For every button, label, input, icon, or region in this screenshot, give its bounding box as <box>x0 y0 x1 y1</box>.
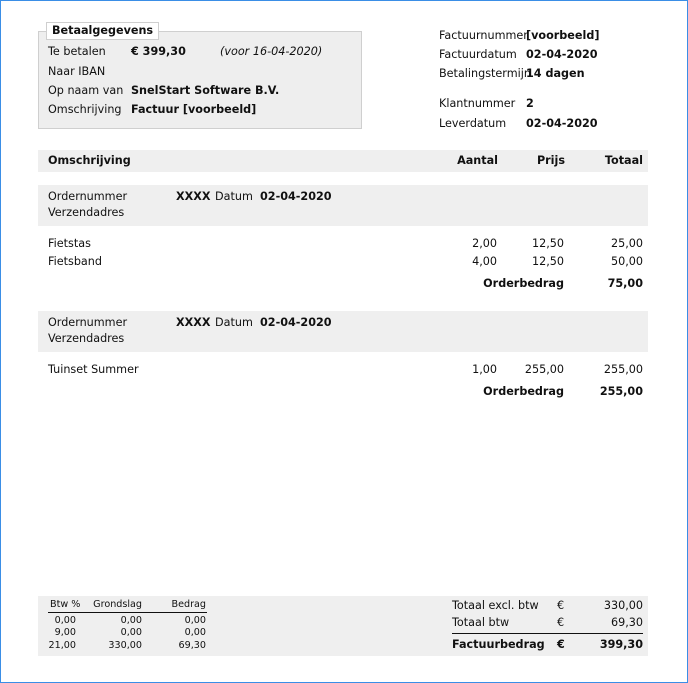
invoice-date: 02-04-2020 <box>526 48 598 61</box>
payment-label-description: Omschrijving <box>48 103 122 116</box>
total-excl-value: 330,00 <box>603 599 643 612</box>
total-excl-label: Totaal excl. btw <box>452 599 539 612</box>
order-header-1 <box>38 185 648 226</box>
invoice-number: [voorbeeld] <box>526 29 600 42</box>
order-number: XXXX <box>176 316 211 329</box>
vat-header-amount: Bedrag <box>171 599 207 610</box>
invoice-total-value: 399,30 <box>599 638 643 651</box>
order-date-label: Datum <box>215 190 253 203</box>
shipping-address-label: Verzendadres <box>48 206 125 219</box>
order-date: 02-04-2020 <box>260 190 332 203</box>
vat-base: 0,00 <box>120 615 142 626</box>
invoice-date-label: Factuurdatum <box>439 48 517 61</box>
payment-term: 14 dagen <box>526 67 585 80</box>
line-qty: 1,00 <box>472 363 497 376</box>
line-price: 255,00 <box>524 363 564 376</box>
line-total: 255,00 <box>603 363 643 376</box>
payment-due-note: (voor 16-04-2020) <box>220 45 323 58</box>
line-qty: 2,00 <box>472 237 497 250</box>
invoice-number-label: Factuurnummer <box>439 29 528 42</box>
vat-rate: 0,00 <box>54 615 76 626</box>
header-qty: Aantal <box>457 154 498 167</box>
order-subtotal: 75,00 <box>607 277 643 290</box>
header-total: Totaal <box>604 154 643 167</box>
vat-base: 0,00 <box>120 627 142 638</box>
total-excl-currency: € <box>557 599 565 612</box>
vat-header-rate: Btw % <box>50 599 81 610</box>
delivery-date-label: Leverdatum <box>439 117 507 130</box>
line-description: Fietstas <box>48 237 91 250</box>
customer-number-label: Klantnummer <box>439 97 516 110</box>
line-total: 25,00 <box>610 237 643 250</box>
order-date: 02-04-2020 <box>260 316 332 329</box>
vat-rate: 21,00 <box>48 640 76 651</box>
order-subtotal-label: Orderbedrag <box>483 277 564 290</box>
payment-name: SnelStart Software B.V. <box>131 84 280 97</box>
payment-term-label: Betalingstermijn <box>439 67 531 80</box>
invoice-total-label: Factuurbedrag <box>452 638 545 651</box>
line-total: 50,00 <box>610 255 643 268</box>
vat-amount: 0,00 <box>184 615 206 626</box>
vat-header-rule <box>48 612 207 613</box>
total-vat-value: 69,30 <box>610 616 643 629</box>
line-description: Tuinset Summer <box>48 363 139 376</box>
line-qty: 4,00 <box>472 255 497 268</box>
vat-amount: 69,30 <box>178 640 206 651</box>
header-description: Omschrijving <box>48 154 131 167</box>
payment-title: Betaalgegevens <box>46 22 160 40</box>
payment-description: Factuur [voorbeeld] <box>131 103 257 116</box>
line-description: Fietsband <box>48 255 102 268</box>
order-date-label: Datum <box>215 316 253 329</box>
order-subtotal-label: Orderbedrag <box>483 385 564 398</box>
shipping-address-label: Verzendadres <box>48 332 125 345</box>
order-header-2 <box>38 311 648 352</box>
line-price: 12,50 <box>531 237 564 250</box>
payment-label-iban: Naar IBAN <box>48 65 106 78</box>
header-price: Prijs <box>536 154 565 167</box>
total-vat-currency: € <box>557 616 565 629</box>
payment-label-amount: Te betalen <box>48 45 106 58</box>
line-price: 12,50 <box>531 255 564 268</box>
delivery-date: 02-04-2020 <box>526 117 598 130</box>
invoice-total-currency: € <box>557 638 565 651</box>
payment-label-name: Op naam van <box>48 84 124 97</box>
vat-header-base: Grondslag <box>93 599 142 610</box>
total-vat-label: Totaal btw <box>452 616 510 629</box>
order-number-label: Ordernummer <box>48 316 128 329</box>
order-number-label: Ordernummer <box>48 190 128 203</box>
vat-base: 330,00 <box>108 640 142 651</box>
vat-rate: 9,00 <box>54 627 76 638</box>
totals-rule <box>452 633 643 634</box>
customer-number: 2 <box>526 97 534 110</box>
payment-amount: € 399,30 <box>131 45 186 58</box>
vat-amount: 0,00 <box>184 627 206 638</box>
order-number: XXXX <box>176 190 211 203</box>
order-subtotal: 255,00 <box>599 385 643 398</box>
